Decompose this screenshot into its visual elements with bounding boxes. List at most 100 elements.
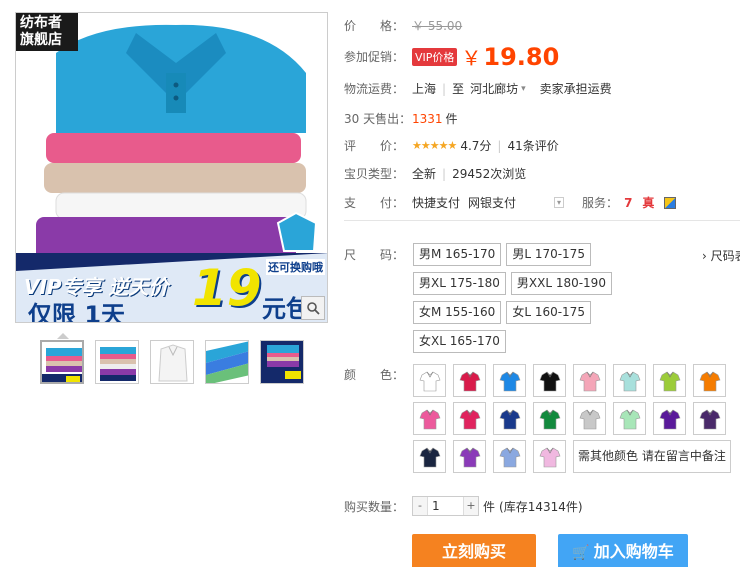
currency-symbol: ￥ xyxy=(461,46,482,70)
thumbnail-4[interactable] xyxy=(205,340,249,384)
size-option[interactable]: 男M 165-170 xyxy=(413,243,502,266)
buy-now-label: 立刻购买 xyxy=(441,542,506,561)
color-swatch[interactable] xyxy=(453,402,486,435)
zoom-button[interactable] xyxy=(301,296,325,320)
expand-icon[interactable]: ▾ xyxy=(554,197,565,208)
thumbnail-2[interactable] xyxy=(95,340,139,384)
stock-count: (库存14314件) xyxy=(499,499,583,514)
shipping-label: 物流运费： xyxy=(344,82,405,96)
view-count: 29452次浏览 xyxy=(452,167,527,181)
size-option[interactable]: 男L 170-175 xyxy=(506,243,591,266)
store-tag: 纺布者 旗舰店 xyxy=(16,13,78,51)
invoice-icon[interactable] xyxy=(664,196,677,209)
chevron-down-icon[interactable]: ▾ xyxy=(521,84,526,94)
polo-shirt-icon xyxy=(419,409,440,429)
color-swatch[interactable] xyxy=(453,364,486,397)
color-swatch[interactable] xyxy=(453,440,486,473)
separator: | xyxy=(442,166,447,181)
color-swatch[interactable] xyxy=(653,364,686,397)
seven-day-return-icon[interactable]: 7 xyxy=(624,196,632,210)
color-swatch[interactable] xyxy=(533,364,566,397)
genuine-guarantee-icon[interactable]: 真 xyxy=(642,194,654,211)
price-row: 价 格： ￥ 55.00 xyxy=(344,17,462,34)
payment-method-bank: 网银支付 xyxy=(468,196,517,210)
thumbnail-3[interactable] xyxy=(150,340,194,384)
polo-shirt-icon xyxy=(539,409,560,429)
thumbnail-strip xyxy=(40,340,304,384)
size-option[interactable]: 男XXL 180-190 xyxy=(510,272,612,295)
polo-shirt-icon xyxy=(699,409,720,429)
cart-icon: 🛒 xyxy=(572,545,590,561)
review-count-link[interactable]: 41条评价 xyxy=(507,137,558,154)
size-options: 男M 165-170 男L 170-175 男XL 175-180 男XXL 1… xyxy=(413,243,733,353)
magnifier-icon xyxy=(307,302,320,315)
thumbnail-5[interactable] xyxy=(260,340,304,384)
size-option[interactable]: 女L 160-175 xyxy=(506,301,591,324)
color-swatch[interactable] xyxy=(413,402,446,435)
size-option[interactable]: 男XL 175-180 xyxy=(413,272,506,295)
quantity-increment-button[interactable]: + xyxy=(464,497,478,515)
ship-to-select[interactable]: 河北廊坊 xyxy=(470,80,518,97)
ship-to-prefix: 至 xyxy=(452,82,465,96)
color-swatch[interactable] xyxy=(693,364,726,397)
polo-shirt-icon xyxy=(459,447,480,467)
item-type-row: 宝贝类型： 全新 | 29452次浏览 xyxy=(344,165,526,182)
quantity-input[interactable]: 1 xyxy=(427,497,464,515)
color-label: 颜 色： xyxy=(344,368,405,382)
quantity-decrement-button[interactable]: - xyxy=(413,497,427,515)
polo-shirt-icon xyxy=(499,409,520,429)
color-swatch[interactable] xyxy=(613,364,646,397)
color-swatch[interactable] xyxy=(573,364,606,397)
color-swatch[interactable] xyxy=(533,402,566,435)
divider xyxy=(344,220,740,221)
rating-label: 评 价： xyxy=(344,139,405,153)
promo-exchange-note: 还可换购哦 xyxy=(266,259,325,275)
polo-shirt-icon xyxy=(619,409,640,429)
size-option[interactable]: 女M 155-160 xyxy=(413,301,502,324)
color-swatch[interactable] xyxy=(413,440,446,473)
color-swatch[interactable] xyxy=(653,402,686,435)
polo-shirt-icon xyxy=(459,409,480,429)
service-label: 服务： xyxy=(582,196,619,210)
color-swatch[interactable] xyxy=(693,402,726,435)
color-other-note[interactable]: 需其他颜色 请在留言中备注 xyxy=(573,440,731,473)
color-swatch[interactable] xyxy=(533,440,566,473)
polo-shirt-icon xyxy=(659,409,680,429)
color-swatch[interactable] xyxy=(493,402,526,435)
color-swatch[interactable] xyxy=(493,364,526,397)
polo-shirt-icon xyxy=(579,371,600,391)
color-options: 需其他颜色 请在留言中备注 xyxy=(413,364,740,473)
size-chart-link[interactable]: › 尺码表 xyxy=(702,247,740,264)
polo-shirt-icon xyxy=(459,371,480,391)
thumbnail-1[interactable] xyxy=(40,340,84,384)
sales-row: 30 天售出： 1331 件 xyxy=(344,110,458,127)
add-to-cart-button[interactable]: 🛒 加入购物车 xyxy=(558,534,688,567)
separator: | xyxy=(442,81,447,96)
ship-from: 上海 xyxy=(412,82,437,96)
separator: | xyxy=(497,138,502,153)
promo-big-price: 19 xyxy=(192,259,262,317)
size-option[interactable]: 女XL 165-170 xyxy=(413,330,506,353)
payment-label: 支 付： xyxy=(344,196,405,210)
polo-shirt-icon xyxy=(499,371,520,391)
item-condition: 全新 xyxy=(412,167,437,181)
buy-now-button[interactable]: 立刻购买 xyxy=(412,534,536,567)
sales-count: 1331 xyxy=(412,111,443,126)
color-swatch[interactable] xyxy=(573,402,606,435)
sale-price: 19.80 xyxy=(483,42,560,71)
color-swatch[interactable] xyxy=(493,440,526,473)
size-label: 尺 码： xyxy=(344,248,405,262)
color-swatch[interactable] xyxy=(613,402,646,435)
add-to-cart-label: 加入购物车 xyxy=(593,542,674,561)
thumb-pointer-arrow xyxy=(57,333,69,339)
color-swatch[interactable] xyxy=(413,364,446,397)
polo-shirt-icon xyxy=(499,447,520,467)
quantity-label: 购买数量： xyxy=(344,499,405,514)
main-product-image[interactable]: 纺布者 旗舰店 VIP专享 逆天价 仅限 1天 19 元包邮 还可换购哦 xyxy=(15,12,328,323)
size-label-row: 尺 码： xyxy=(344,246,412,263)
sales-label: 30 天售出： xyxy=(344,112,412,126)
polo-shirt-icon xyxy=(539,447,560,467)
polo-shirt-icon xyxy=(579,409,600,429)
original-price: ￥ 55.00 xyxy=(412,19,463,33)
